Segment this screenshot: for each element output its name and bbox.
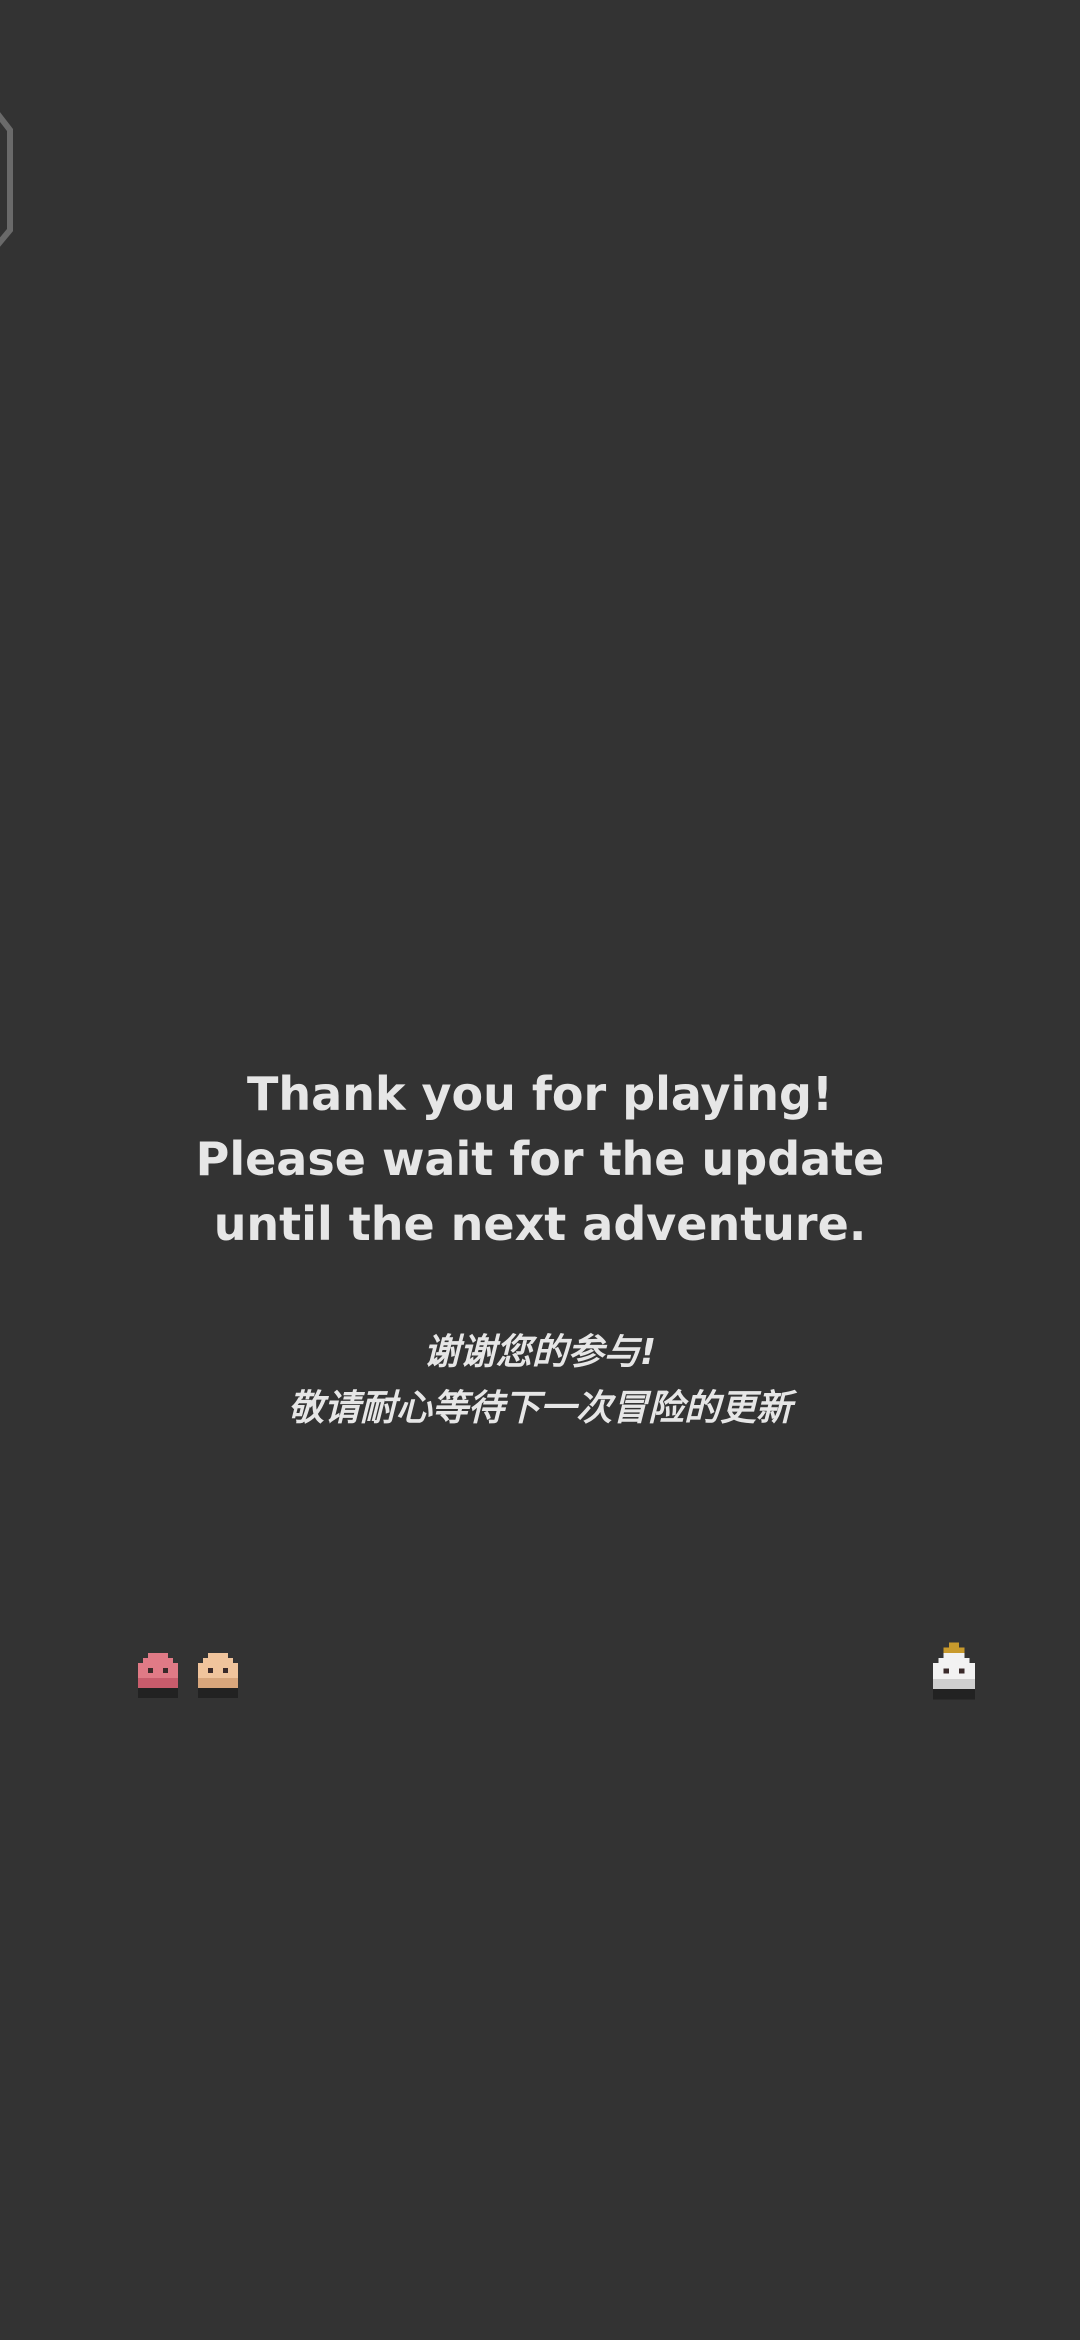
message-en-line-2: Please wait for the update [195, 1132, 885, 1186]
message-zh-line-1: 谢谢您的参与! [423, 1332, 657, 1373]
message-zh-line-2: 敬请耐心等待下一次冒险的更新 [287, 1388, 792, 1429]
ending-screen: Thank you for playing! Please wait for t… [0, 0, 1080, 2340]
message-en-line-3: until the next adventure. [213, 1197, 867, 1251]
corner-frame-decoration [0, 112, 13, 247]
message-en-line-1: Thank you for playing! [247, 1067, 833, 1121]
thank-you-message-chinese: 谢谢您的参与! 敬请耐心等待下一次冒险的更新 [0, 1325, 1080, 1437]
thank-you-message-english: Thank you for playing! Please wait for t… [0, 1062, 1080, 1257]
white-crowned-character-icon [933, 1642, 975, 1700]
peach-blob-character-icon [198, 1653, 238, 1698]
pink-blob-character-icon [138, 1653, 178, 1698]
